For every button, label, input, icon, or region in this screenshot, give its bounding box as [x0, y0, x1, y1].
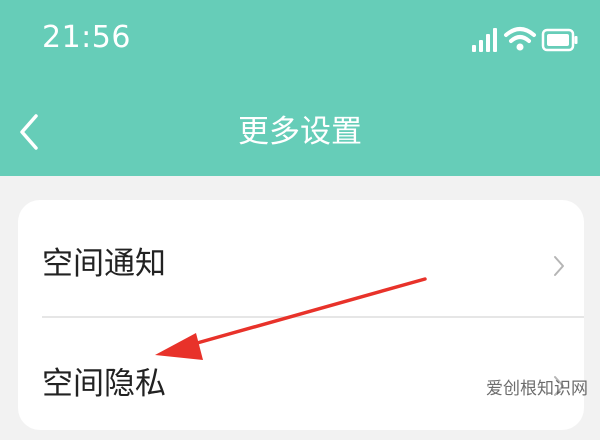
- app-header: 21:56 更多设置: [0, 0, 600, 176]
- battery-icon: [541, 28, 578, 52]
- wifi-icon: [504, 27, 536, 51]
- settings-item-label: 空间通知: [42, 246, 166, 282]
- page-title: 更多设置: [238, 114, 362, 150]
- watermark: 爱创根知识网: [486, 379, 588, 399]
- settings-item-space-notification[interactable]: 空间通知: [18, 208, 584, 320]
- status-time: 21:56: [42, 20, 131, 55]
- status-icons: [472, 27, 578, 52]
- signal-icon: [472, 28, 497, 52]
- divider: [42, 316, 584, 318]
- chevron-right-icon: [554, 256, 564, 276]
- settings-item-label: 空间隐私: [42, 366, 166, 402]
